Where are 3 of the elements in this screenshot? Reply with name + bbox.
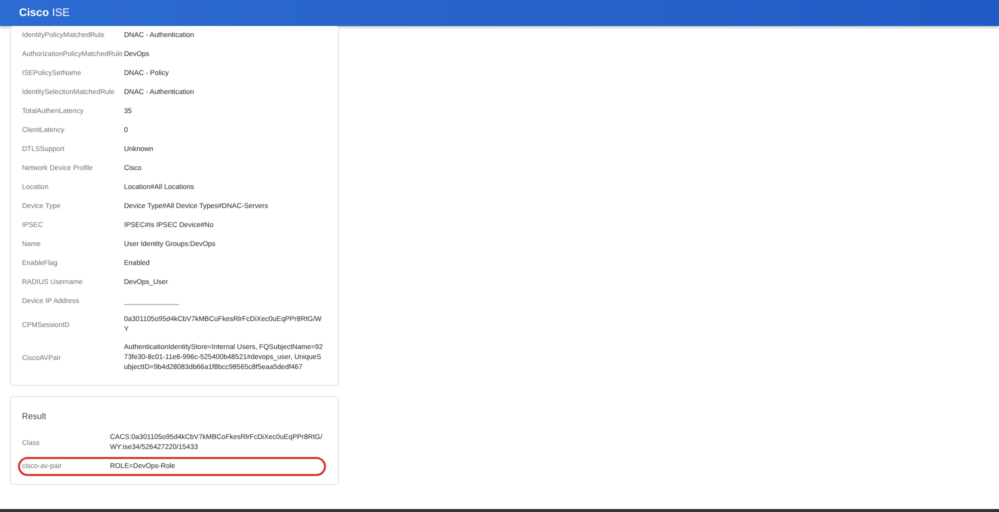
product-name: ISE [52,7,70,19]
brand-name: Cisco [19,7,49,19]
card-title: Result [22,411,48,421]
